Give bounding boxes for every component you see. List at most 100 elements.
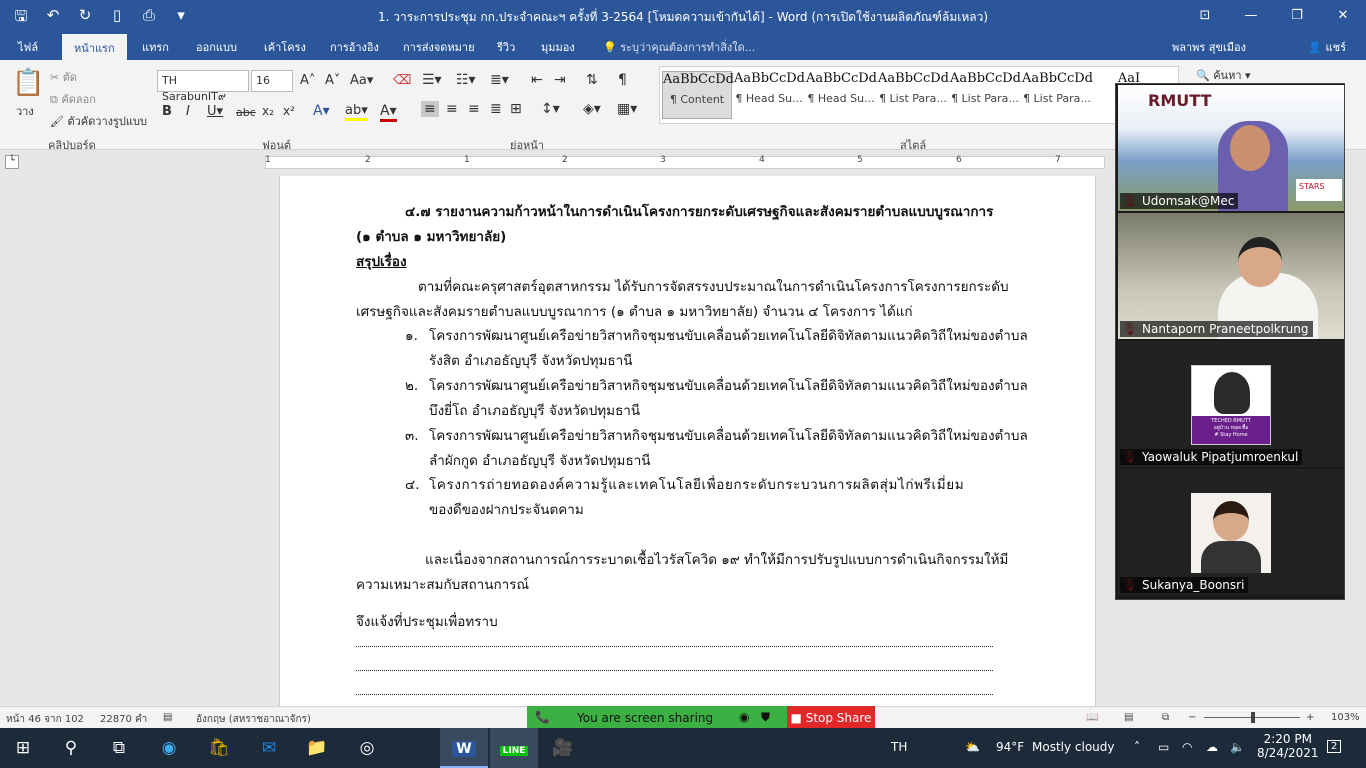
line-taskbar-icon[interactable]: LINE [490,728,538,768]
superscript-icon[interactable]: x² [283,104,295,118]
borders-icon[interactable]: ▦▾ [617,101,637,117]
edge-icon[interactable]: ◉ [156,736,182,760]
strikethrough-icon[interactable]: abc [236,106,256,119]
format-painter-button[interactable]: 🖌 ตัวคัดวางรูปแบบ [50,112,147,130]
style-head-sub-2[interactable]: AaBbCcDd ¶ Head Su... [806,71,877,105]
file-explorer-icon[interactable]: 📁 [304,736,330,760]
tab-file[interactable]: ไฟล์ [18,38,38,56]
numbering-icon[interactable]: ☷▾ [456,72,476,88]
minimize-button[interactable]: — [1228,0,1274,32]
paste-icon[interactable]: 📋 [12,68,44,98]
windows-start-icon[interactable]: ⊞ [10,736,36,760]
restore-button[interactable]: ❐ [1274,0,1320,32]
zoom-in-icon[interactable]: + [1306,712,1314,723]
bullets-icon[interactable]: ☰▾ [422,72,442,88]
video-tile[interactable]: TECHED RMUTT อยู่บ้าน หยุดเชื้อ # Stay H… [1118,341,1344,467]
video-tile[interactable]: RMUTT STARS 🎙 Udomsak@Mec [1118,85,1344,211]
clock[interactable]: 2:20 PM 8/24/2021 [1257,732,1319,760]
style-head-sub-1[interactable]: AaBbCcDd ¶ Head Su... [734,71,805,105]
font-size-combo[interactable]: 16 [251,70,293,92]
sort-icon[interactable]: ⇅ [586,72,598,88]
store-icon[interactable]: 🛍 [206,736,232,760]
cut-button[interactable]: ✂ ตัด [50,68,77,86]
tab-view[interactable]: มุมมอง [541,38,575,56]
network-device-icon[interactable]: ▭ [1158,740,1169,754]
ribbon-display-options-icon[interactable]: ⊡ [1182,0,1228,32]
style-list-para-3[interactable]: AaBbCcDd ¶ List Para... [1022,71,1093,105]
weather-icon[interactable]: ⛅ [965,740,980,754]
underline-icon[interactable]: U▾ [207,104,223,119]
subscript-icon[interactable]: x₂ [262,104,274,118]
proofing-icon[interactable]: ▤ [163,712,172,723]
justify-icon[interactable]: ≣ [490,101,502,117]
read-mode-icon[interactable]: 📖 [1086,712,1098,723]
align-right-icon[interactable]: ≡ [468,101,480,117]
paste-button-label[interactable]: วาง [16,102,34,120]
zoom-video-panel[interactable]: RMUTT STARS 🎙 Udomsak@Mec 🎙 Nantaporn Pr… [1115,83,1345,600]
mail-icon[interactable]: ✉ [256,736,282,760]
find-button[interactable]: 🔍 ค้นหา ▾ [1196,66,1251,84]
share-button[interactable]: 👤 แชร์ [1308,38,1346,56]
tab-layout[interactable]: เค้าโครง [264,38,306,56]
font-name-combo[interactable]: TH SarabunIT๙ [157,70,249,103]
style-list-para-2[interactable]: AaBbCcDd ¶ List Para... [950,71,1021,105]
input-language[interactable]: TH [891,740,907,754]
tab-insert[interactable]: แทรก [142,38,169,56]
zoom-app-icon[interactable]: 🎥 [550,736,576,760]
increase-indent-icon[interactable]: ⇥ [554,72,566,88]
zoom-level[interactable]: 103% [1331,712,1360,723]
italic-icon[interactable]: I [186,104,190,119]
highlight-icon[interactable]: ab▾ [345,103,368,121]
tell-me-box[interactable]: 💡 ระบุว่าคุณต้องการทำสิ่งใด... [603,38,755,56]
page-count[interactable]: หน้า 46 จาก 102 [6,712,84,727]
horizontal-ruler[interactable] [265,156,1105,169]
font-color-icon[interactable]: A▾ [380,103,397,122]
print-layout-icon[interactable]: ▤ [1124,712,1133,723]
change-case-icon[interactable]: Aa▾ [350,73,373,88]
tab-mailings[interactable]: การส่งจดหมาย [403,38,475,56]
align-center-icon[interactable]: ≡ [446,101,458,117]
onedrive-icon[interactable]: ☁ [1206,740,1218,754]
tab-design[interactable]: ออกแบบ [196,38,237,56]
clear-formatting-icon[interactable]: ⌫ [393,73,411,88]
multilevel-list-icon[interactable]: ≣▾ [490,72,509,88]
text-effects-icon[interactable]: A▾ [313,103,330,119]
chrome-icon[interactable]: ◎ [354,736,380,760]
web-layout-icon[interactable]: ⧉ [1162,712,1169,723]
tab-references[interactable]: การอ้างอิง [330,38,379,56]
line-spacing-icon[interactable]: ↕▾ [541,101,560,117]
language-indicator[interactable]: อังกฤษ (สหราชอาณาจักร) [196,712,311,727]
weather-text[interactable]: Mostly cloudy [1032,740,1115,754]
word-taskbar-icon[interactable]: W [440,728,488,768]
tab-home[interactable]: หน้าแรก [62,34,127,60]
notifications-icon[interactable]: 2 [1327,740,1342,753]
task-view-icon[interactable]: ⧉ [106,736,132,760]
word-count[interactable]: 22870 คำ [100,712,147,727]
stop-share-button[interactable]: ■ Stop Share [787,706,875,730]
decrease-indent-icon[interactable]: ⇤ [531,72,543,88]
screen-sharing-bar[interactable]: 📞 You are screen sharing ◉ ⛊ ■ Stop Shar… [527,706,875,730]
tab-selector[interactable]: └ [5,155,19,169]
search-icon[interactable]: ⚲ [58,736,84,760]
pilcrow-icon[interactable]: ¶ [618,72,627,88]
show-hidden-icons[interactable]: ˄ [1134,740,1140,754]
user-name[interactable]: พลาพร สุขเมือง [1172,38,1246,56]
zoom-out-icon[interactable]: − [1188,712,1196,723]
shading-icon[interactable]: ◈▾ [583,101,601,117]
document-page[interactable]: ๔.๗ รายงานความก้าวหน้าในการดำเนินโครงการ… [279,176,1096,736]
shrink-font-icon[interactable]: A˅ [325,73,340,88]
copy-button[interactable]: ⧉ คัดลอก [50,90,96,108]
video-tile[interactable]: 🎙 Sukanya_Boonsri [1118,469,1344,595]
zoom-slider-thumb[interactable] [1251,712,1255,723]
tab-review[interactable]: รีวิว [497,38,515,56]
close-button[interactable]: ✕ [1320,0,1366,32]
grow-font-icon[interactable]: A˄ [300,73,315,88]
align-left-icon[interactable]: ≡ [421,101,439,117]
distributed-icon[interactable]: ⊞ [510,101,522,117]
style-list-para-1[interactable]: AaBbCcDd ¶ List Para... [878,71,949,105]
style-content[interactable]: AaBbCcDd ¶ Content [662,71,734,119]
bold-icon[interactable]: B [162,104,172,119]
wifi-icon[interactable]: ◠ [1182,740,1192,754]
video-tile[interactable]: 🎙 Nantaporn Praneetpolkrung [1118,213,1344,339]
temperature[interactable]: 94°F [996,740,1024,754]
